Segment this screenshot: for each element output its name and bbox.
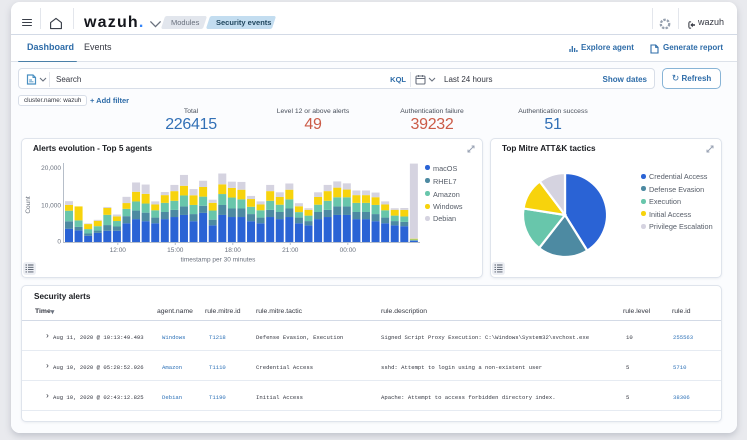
svg-text:Count: Count bbox=[25, 196, 32, 214]
svg-text:10,000: 10,000 bbox=[41, 203, 61, 210]
svg-text:12:00: 12:00 bbox=[110, 247, 127, 254]
svg-text:21:00: 21:00 bbox=[282, 247, 299, 254]
svg-text:18:00: 18:00 bbox=[225, 247, 242, 254]
svg-text:timestamp per 30 minutes: timestamp per 30 minutes bbox=[181, 257, 257, 264]
svg-text:0: 0 bbox=[57, 239, 61, 246]
svg-text:00:00: 00:00 bbox=[340, 247, 357, 254]
svg-text:15:00: 15:00 bbox=[167, 247, 184, 254]
svg-text:20,000: 20,000 bbox=[41, 165, 61, 172]
